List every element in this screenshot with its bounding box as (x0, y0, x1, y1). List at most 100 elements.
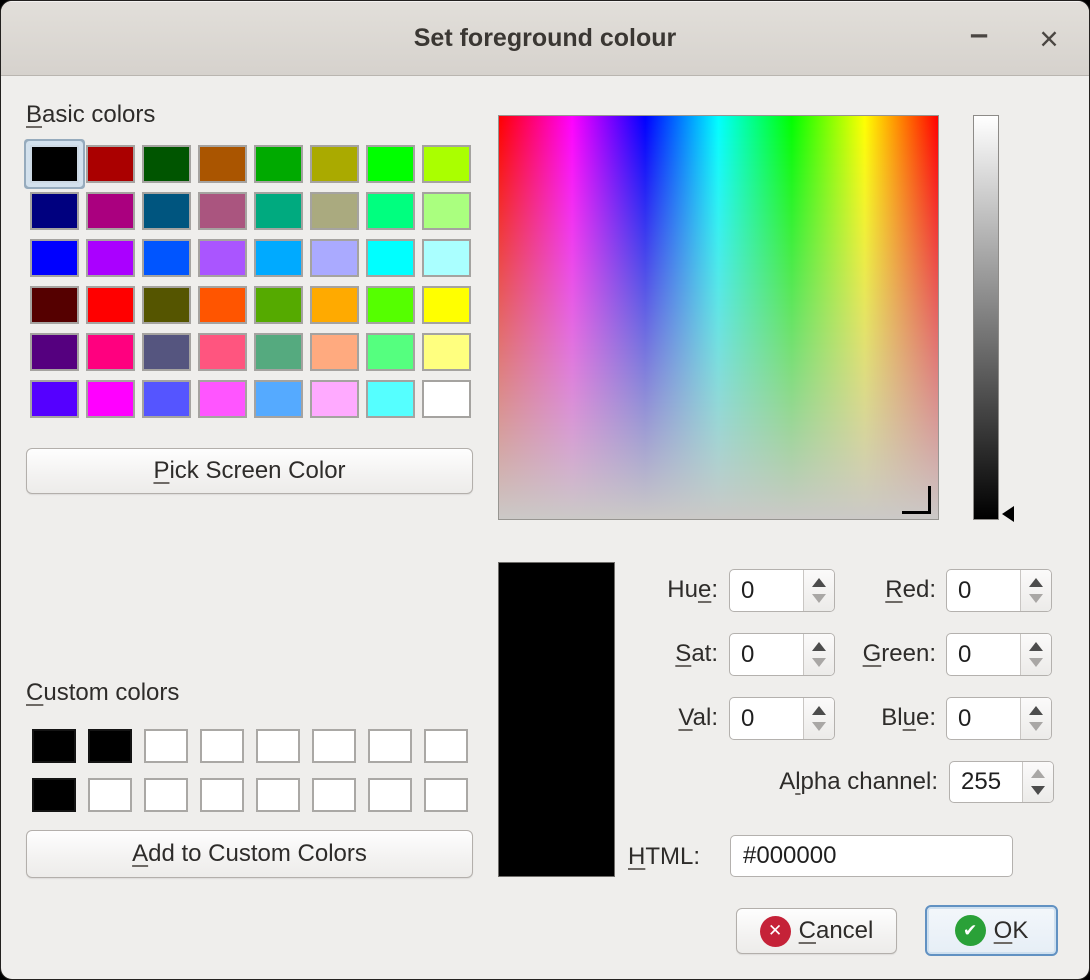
value-slider-bar[interactable] (973, 115, 999, 520)
color-swatch[interactable] (310, 286, 359, 324)
color-swatch[interactable] (422, 333, 471, 371)
color-swatch[interactable] (254, 239, 303, 277)
ok-button[interactable]: ✔ OK (925, 905, 1058, 956)
minimize-button[interactable]: – (957, 13, 1001, 65)
spin-up-icon[interactable] (1029, 706, 1043, 715)
color-swatch[interactable] (142, 286, 191, 324)
color-swatch[interactable] (366, 286, 415, 324)
hue-label: Hue: (561, 576, 718, 604)
color-swatch[interactable] (198, 192, 247, 230)
color-swatch[interactable] (30, 239, 79, 277)
basic-colors-label: Basic colors (26, 101, 155, 129)
html-input[interactable] (730, 835, 1013, 877)
color-swatch[interactable] (86, 380, 135, 418)
color-swatch[interactable] (30, 192, 79, 230)
val-label: Val: (561, 704, 718, 732)
color-swatch[interactable] (256, 778, 300, 812)
window-title: Set foreground colour (414, 24, 677, 53)
color-swatch[interactable] (88, 729, 132, 763)
red-spinbox (946, 569, 1052, 612)
cancel-button[interactable]: ✕ Cancel (736, 908, 897, 954)
color-swatch[interactable] (366, 333, 415, 371)
color-swatch[interactable] (142, 333, 191, 371)
color-swatch[interactable] (30, 380, 79, 418)
color-swatch[interactable] (198, 286, 247, 324)
color-swatch[interactable] (312, 729, 356, 763)
spin-up-icon[interactable] (1029, 642, 1043, 651)
titlebar: Set foreground colour – × (1, 1, 1089, 76)
color-swatch[interactable] (200, 778, 244, 812)
hue-saturation-field[interactable] (498, 115, 939, 520)
color-swatch[interactable] (422, 380, 471, 418)
green-input[interactable] (947, 634, 1020, 675)
color-swatch[interactable] (422, 286, 471, 324)
color-swatch[interactable] (312, 778, 356, 812)
color-swatch[interactable] (86, 239, 135, 277)
pick-screen-color-button[interactable]: Pick Screen Color (26, 448, 473, 494)
color-swatch[interactable] (30, 333, 79, 371)
color-swatch[interactable] (198, 380, 247, 418)
sat-label: Sat: (561, 640, 718, 668)
color-swatch[interactable] (144, 778, 188, 812)
color-swatch[interactable] (422, 192, 471, 230)
color-swatch[interactable] (422, 145, 471, 183)
color-swatch[interactable] (366, 380, 415, 418)
color-swatch[interactable] (142, 192, 191, 230)
color-swatch[interactable] (254, 192, 303, 230)
cancel-label: Cancel (799, 917, 874, 945)
alpha-input[interactable] (950, 762, 1022, 802)
alpha-channel-label: Alpha channel: (641, 768, 938, 796)
color-swatch[interactable] (198, 145, 247, 183)
green-label: Green: (779, 640, 936, 668)
color-swatch[interactable] (86, 286, 135, 324)
red-input[interactable] (947, 570, 1020, 611)
blue-input[interactable] (947, 698, 1020, 739)
spin-up-icon[interactable] (1029, 578, 1043, 587)
color-swatch[interactable] (86, 333, 135, 371)
color-swatch[interactable] (366, 239, 415, 277)
spin-down-icon[interactable] (1029, 594, 1043, 603)
color-swatch[interactable] (30, 286, 79, 324)
hue-saturation-gradient (499, 116, 938, 519)
color-swatch[interactable] (198, 239, 247, 277)
spin-up-icon[interactable] (1031, 769, 1045, 778)
color-swatch[interactable] (144, 729, 188, 763)
color-swatch[interactable] (254, 380, 303, 418)
add-to-custom-colors-button[interactable]: Add to Custom Colors (26, 830, 473, 878)
color-swatch[interactable] (142, 239, 191, 277)
basic-colors-grid (30, 145, 471, 418)
color-swatch[interactable] (142, 380, 191, 418)
color-swatch[interactable] (424, 778, 468, 812)
color-swatch[interactable] (254, 286, 303, 324)
blue-label: Blue: (779, 704, 936, 732)
color-swatch[interactable] (310, 239, 359, 277)
color-swatch[interactable] (310, 192, 359, 230)
color-swatch[interactable] (254, 333, 303, 371)
color-swatch[interactable] (30, 145, 79, 183)
color-swatch[interactable] (310, 145, 359, 183)
color-swatch[interactable] (142, 145, 191, 183)
spin-down-icon[interactable] (1029, 658, 1043, 667)
pick-screen-color-label: Pick Screen Color (153, 457, 345, 485)
color-swatch[interactable] (368, 778, 412, 812)
value-slider-arrow-icon[interactable] (1002, 506, 1014, 522)
color-swatch[interactable] (366, 145, 415, 183)
color-swatch[interactable] (198, 333, 247, 371)
color-swatch[interactable] (88, 778, 132, 812)
color-swatch[interactable] (256, 729, 300, 763)
color-swatch[interactable] (32, 778, 76, 812)
color-swatch[interactable] (200, 729, 244, 763)
color-swatch[interactable] (310, 380, 359, 418)
color-swatch[interactable] (32, 729, 76, 763)
color-swatch[interactable] (86, 192, 135, 230)
spin-down-icon[interactable] (1029, 722, 1043, 731)
color-swatch[interactable] (422, 239, 471, 277)
spin-down-icon[interactable] (1031, 786, 1045, 795)
color-swatch[interactable] (366, 192, 415, 230)
color-swatch[interactable] (86, 145, 135, 183)
color-swatch[interactable] (368, 729, 412, 763)
color-swatch[interactable] (254, 145, 303, 183)
color-swatch[interactable] (424, 729, 468, 763)
close-button[interactable]: × (1027, 13, 1071, 65)
color-swatch[interactable] (310, 333, 359, 371)
